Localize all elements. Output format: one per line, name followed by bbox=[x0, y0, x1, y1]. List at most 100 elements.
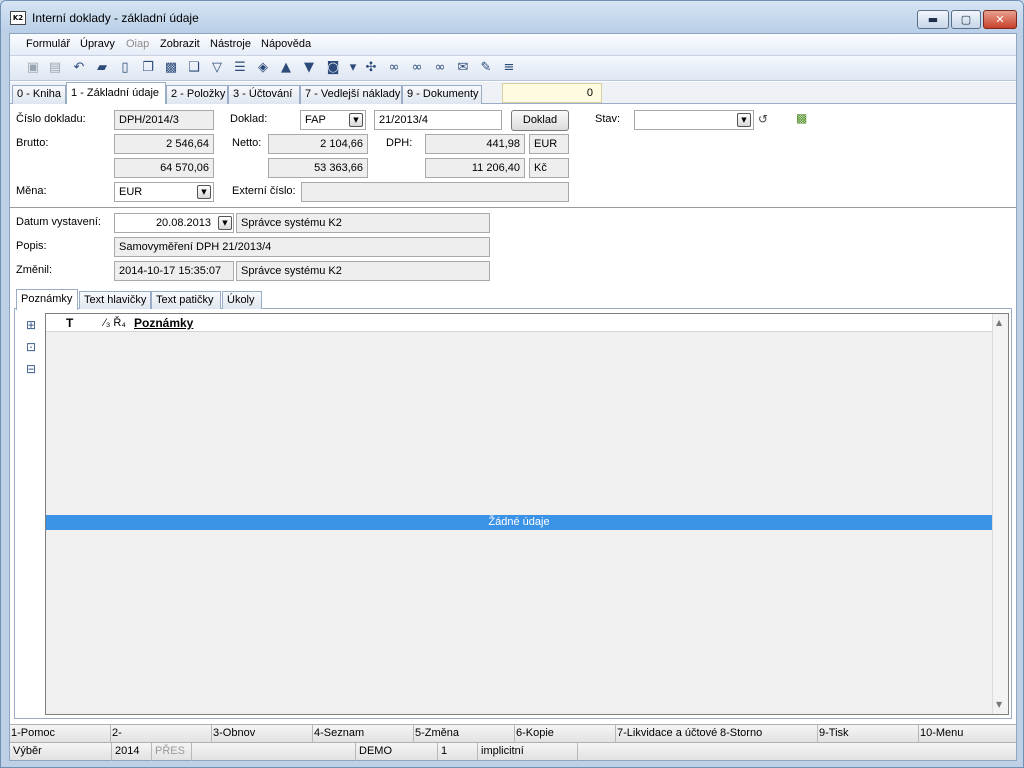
dropdown-arrow-icon[interactable]: ▾ bbox=[344, 59, 362, 77]
binoculars-icon[interactable]: ∞ bbox=[385, 59, 403, 77]
calendar-dropdown-icon[interactable]: ▼ bbox=[218, 216, 232, 230]
status-database: DEMO bbox=[356, 743, 438, 761]
notes-tab-strip: Poznámky Text hlavičky Text patičky Úkol… bbox=[14, 289, 1012, 310]
menu-lines-icon[interactable]: ≡ bbox=[500, 59, 518, 77]
currency-czk-field: Kč bbox=[529, 158, 569, 178]
column-header-poznamky[interactable]: Poznámky bbox=[134, 316, 193, 330]
tab-dokumenty[interactable]: 9 - Dokumenty bbox=[402, 85, 482, 104]
menu-zobrazit[interactable]: Zobrazit bbox=[160, 38, 200, 50]
doklad-type-select[interactable]: FAP ▼ bbox=[300, 110, 366, 130]
grid-header: T ⁄₃ Ř₄ Poznámky bbox=[46, 314, 992, 332]
fkey-10[interactable]: 10-Menu bbox=[919, 725, 1016, 743]
filter-list-icon[interactable]: ☰ bbox=[231, 59, 249, 77]
main-tab-strip: 0 - Kniha 1 - Základní údaje 2 - Položky… bbox=[10, 82, 1016, 104]
filter-icon[interactable]: ▽ bbox=[208, 59, 226, 77]
fkey-2[interactable]: 2- bbox=[111, 725, 212, 743]
menu-bar: Formulář Úpravy Oiap Zobrazit Nástroje N… bbox=[10, 34, 1016, 56]
save-icon[interactable]: ▣ bbox=[24, 59, 42, 77]
layers-icon[interactable]: ◈ bbox=[254, 59, 272, 77]
fkey-6[interactable]: 6-Kopie bbox=[515, 725, 616, 743]
menu-napoveda[interactable]: Nápověda bbox=[261, 38, 311, 50]
datum-user-field: Správce systému K2 bbox=[236, 213, 490, 233]
externi-cislo-field[interactable] bbox=[301, 182, 569, 202]
save-as-icon[interactable]: ▤ bbox=[46, 59, 64, 77]
binoculars-up-icon[interactable]: ∞ bbox=[431, 59, 449, 77]
arrow-up-icon[interactable]: ▲ bbox=[277, 59, 295, 77]
status-number: 1 bbox=[438, 743, 478, 761]
minimize-button[interactable]: ▬ bbox=[917, 10, 949, 29]
column-header-sort[interactable]: ⁄₃ Ř₄ bbox=[104, 317, 126, 329]
netto-czk-field[interactable]: 53 363,66 bbox=[268, 158, 368, 178]
fkey-5[interactable]: 5-Změna bbox=[414, 725, 515, 743]
externi-cislo-label: Externí číslo: bbox=[232, 185, 296, 197]
binoculars-down-icon[interactable]: ∞ bbox=[408, 59, 426, 77]
fkey-9[interactable]: 9-Tisk bbox=[818, 725, 919, 743]
menu-oiap[interactable]: Oiap bbox=[126, 38, 149, 50]
camera-icon[interactable]: ◙ bbox=[324, 59, 342, 77]
fkey-8[interactable]: 8-Storno bbox=[719, 725, 818, 743]
notes-grid[interactable]: T ⁄₃ Ř₄ Poznámky Žádné údaje ▲ ▼ bbox=[45, 313, 1009, 715]
tab-text-hlavicky[interactable]: Text hlavičky bbox=[79, 291, 151, 309]
tab-polozky[interactable]: 2 - Položky bbox=[166, 85, 228, 104]
fkey-7[interactable]: 7-Likvidace a účtové bbox=[616, 725, 719, 743]
fkey-4[interactable]: 4-Seznam bbox=[313, 725, 414, 743]
vertical-scrollbar[interactable]: ▲ ▼ bbox=[992, 314, 1008, 714]
brutto-czk-field[interactable]: 64 570,06 bbox=[114, 158, 214, 178]
undo-icon[interactable]: ↶ bbox=[70, 59, 88, 77]
delete-note-icon[interactable]: ⊟ bbox=[23, 361, 39, 377]
tab-kniha[interactable]: 0 - Kniha bbox=[12, 85, 66, 104]
menu-formular[interactable]: Formulář bbox=[26, 38, 70, 50]
chevron-down-icon[interactable]: ▼ bbox=[197, 185, 211, 199]
chevron-down-icon[interactable]: ▼ bbox=[737, 113, 751, 127]
scroll-up-icon[interactable]: ▲ bbox=[996, 318, 1002, 327]
scroll-down-icon[interactable]: ▼ bbox=[996, 700, 1002, 709]
notes-panel: ⊞ ⊡ ⊟ T ⁄₃ Ř₄ Poznámky Žádné údaje ▲ ▼ bbox=[14, 309, 1012, 719]
open-folder-icon[interactable]: ▰ bbox=[93, 59, 111, 77]
tab-vedlejsi-naklady[interactable]: 7 - Vedlejší náklady bbox=[300, 85, 402, 104]
tab-poznamky[interactable]: Poznámky bbox=[16, 289, 78, 310]
tab-uctovani[interactable]: 3 - Účtování bbox=[228, 85, 300, 104]
close-button[interactable]: ✕ bbox=[983, 10, 1017, 29]
dph-czk-field[interactable]: 11 206,40 bbox=[425, 158, 525, 178]
title-bar[interactable]: K2 Interní doklady - základní údaje ▬ ▢ … bbox=[1, 1, 1023, 33]
dph-eur-field[interactable]: 441,98 bbox=[425, 134, 525, 154]
tab-text-paticky[interactable]: Text patičky bbox=[151, 291, 221, 309]
menu-nastroje[interactable]: Nástroje bbox=[210, 38, 251, 50]
status-year: 2014 bbox=[112, 743, 152, 761]
copy-icon[interactable]: ❐ bbox=[139, 59, 157, 77]
arrow-down-icon[interactable]: ▼ bbox=[300, 59, 318, 77]
datum-vystaveni-value: 20.08.2013 bbox=[155, 217, 211, 229]
column-header-t[interactable]: T bbox=[66, 316, 73, 330]
tab-zakladni-udaje[interactable]: 1 - Základní údaje bbox=[66, 82, 166, 104]
plant-icon[interactable]: ✣ bbox=[362, 59, 380, 77]
mena-value: EUR bbox=[119, 186, 143, 198]
lock-icon[interactable]: ▩ bbox=[162, 59, 180, 77]
stav-select[interactable]: ▼ bbox=[634, 110, 754, 130]
history-icon[interactable]: ↺ bbox=[758, 112, 768, 126]
notepad-icon[interactable]: ✎ bbox=[477, 59, 495, 77]
doklad-type-value: FAP bbox=[305, 114, 326, 126]
brutto-eur-field[interactable]: 2 546,64 bbox=[114, 134, 214, 154]
tab-ukoly[interactable]: Úkoly bbox=[222, 291, 262, 309]
mail-icon[interactable]: ✉ bbox=[454, 59, 472, 77]
add-note-icon[interactable]: ⊞ bbox=[23, 317, 39, 333]
zmenil-label: Změnil: bbox=[16, 264, 53, 276]
new-document-icon[interactable]: ▯ bbox=[116, 59, 134, 77]
edit-note-icon[interactable]: ⊡ bbox=[23, 339, 39, 355]
doklad-number-field[interactable]: 21/2013/4 bbox=[374, 110, 502, 130]
datum-vystaveni-field[interactable]: 20.08.2013 ▼ bbox=[114, 213, 234, 233]
brutto-label: Brutto: bbox=[16, 137, 49, 149]
cislo-dokladu-field[interactable]: DPH/2014/3 bbox=[114, 110, 214, 130]
mena-select[interactable]: EUR ▼ bbox=[114, 182, 214, 202]
book-icon[interactable]: ❑ bbox=[185, 59, 203, 77]
fkey-1[interactable]: 1-Pomoc bbox=[10, 725, 111, 743]
zmenil-user-field: Správce systému K2 bbox=[236, 261, 490, 281]
currency-eur-field: EUR bbox=[529, 134, 569, 154]
chevron-down-icon[interactable]: ▼ bbox=[349, 113, 363, 127]
fkey-3[interactable]: 3-Obnov bbox=[212, 725, 313, 743]
netto-eur-field[interactable]: 2 104,66 bbox=[268, 134, 368, 154]
menu-upravy[interactable]: Úpravy bbox=[80, 38, 115, 50]
doklad-button[interactable]: Doklad bbox=[511, 110, 569, 131]
maximize-button[interactable]: ▢ bbox=[951, 10, 981, 29]
popis-field[interactable]: Samovyměření DPH 21/2013/4 bbox=[114, 237, 490, 257]
